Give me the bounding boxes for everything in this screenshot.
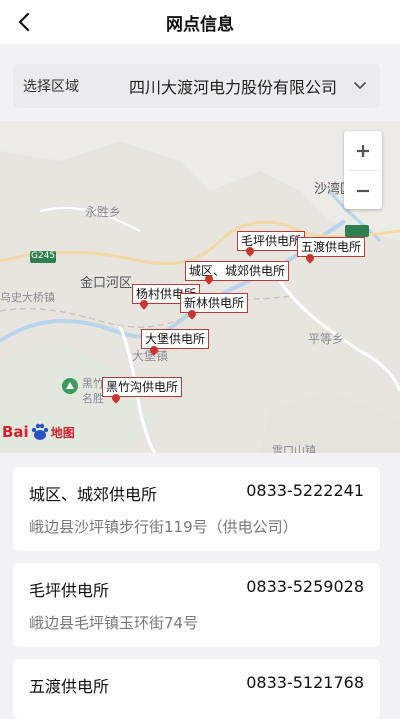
paw-icon: [31, 423, 48, 440]
station-address: 峨边县沙坪镇步行街119号（供电公司）: [29, 518, 298, 536]
map-view[interactable]: 永胜乡 金口河区 乌史大桥镇 沙湾区 平等乡 大堡镇 黑竹 名胜 G245 雪口…: [0, 121, 400, 453]
page-title: 网点信息: [166, 14, 234, 35]
road-label: G245: [31, 251, 56, 261]
plus-icon: [357, 144, 369, 157]
region-label: 选择区域: [23, 79, 79, 95]
minus-icon: [357, 189, 369, 192]
place-label: 平等乡: [308, 332, 345, 346]
station-name: 毛坪供电所: [29, 581, 110, 600]
nav-bar: 网点信息: [0, 0, 400, 44]
station-name: 五渡供电所: [29, 677, 110, 696]
zoom-in-button[interactable]: [344, 131, 382, 170]
station-phone[interactable]: 0833-5222241: [246, 481, 364, 500]
station-name: 城区、城郊供电所: [29, 485, 158, 504]
chevron-left-icon: [18, 12, 30, 32]
baidu-map-logo: Bai 地图: [2, 423, 75, 441]
station-card[interactable]: 五渡供电所 0833-5121768: [13, 659, 380, 719]
station-address: 峨边县毛坪镇玉环街74号: [29, 614, 199, 632]
station-card[interactable]: 城区、城郊供电所 0833-5222241 峨边县沙坪镇步行街119号（供电公司…: [13, 467, 380, 551]
place-label: 雪口山镇: [272, 444, 316, 453]
station-phone[interactable]: 0833-5121768: [246, 673, 364, 692]
station-card[interactable]: 毛坪供电所 0833-5259028 峨边县毛坪镇玉环街74号: [13, 563, 380, 647]
place-label: 乌史大桥镇: [0, 291, 55, 304]
region-select[interactable]: 选择区域 四川大渡河电力股份有限公司: [13, 64, 380, 108]
place-label: 黑竹: [82, 377, 104, 390]
map-marker[interactable]: 城区、城郊供电所: [185, 261, 290, 281]
back-button[interactable]: [8, 6, 40, 38]
chevron-down-icon: [346, 81, 374, 91]
place-label: 金口河区: [80, 276, 133, 291]
place-label: 名胜: [82, 392, 104, 405]
region-value: 四川大渡河电力股份有限公司: [129, 78, 338, 97]
zoom-out-button[interactable]: [344, 171, 382, 210]
zoom-control: [344, 131, 382, 209]
station-phone[interactable]: 0833-5259028: [246, 577, 364, 596]
place-label: 永胜乡: [85, 205, 122, 219]
